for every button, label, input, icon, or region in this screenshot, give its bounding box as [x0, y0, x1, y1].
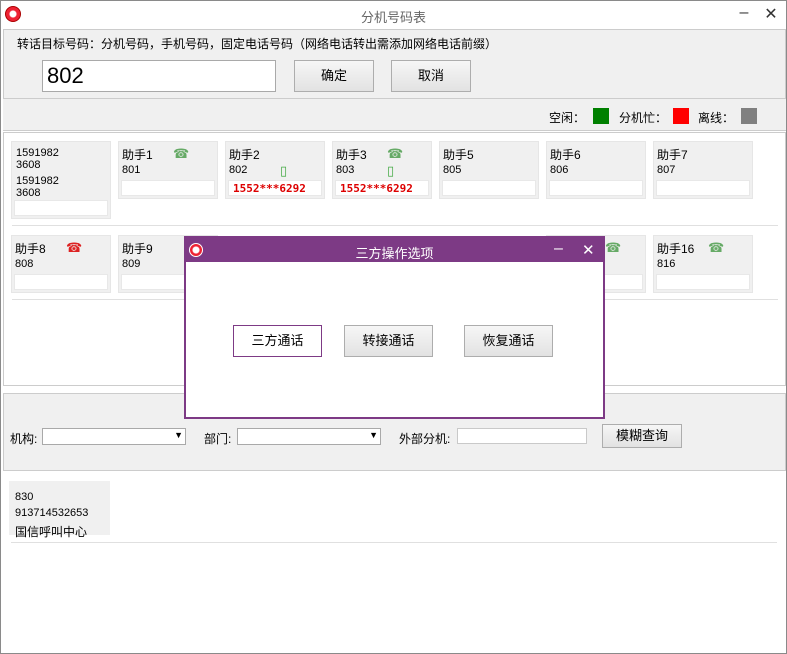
- org-select[interactable]: ▼: [42, 428, 186, 445]
- extension-card-external[interactable]: 1591982 3608 1591982 3608: [11, 141, 111, 219]
- status-legend: 空闲： 分机忙： 离线：: [3, 99, 786, 131]
- extension-card-801[interactable]: 助手1 ☎ 801: [118, 141, 218, 199]
- active-call-number: 1552***6292: [233, 182, 306, 195]
- result-phone: 913714532653: [15, 507, 89, 519]
- legend-busy-swatch: [673, 108, 689, 124]
- card-status-bar: [549, 180, 643, 196]
- dialog-minimize-button[interactable]: –: [554, 240, 563, 258]
- extension-card-806[interactable]: 助手6 806: [546, 141, 646, 199]
- legend-busy-label: 分机忙：: [619, 111, 668, 125]
- card-number: 809: [122, 258, 141, 270]
- card-line-1: 1591982: [16, 147, 59, 159]
- minimize-button[interactable]: –: [736, 4, 752, 24]
- card-name: 助手3: [336, 148, 367, 162]
- phone-idle-icon: ☎: [387, 146, 404, 161]
- card-name: 助手1: [122, 148, 153, 162]
- card-number: 803: [336, 164, 355, 176]
- legend-idle-swatch: [593, 108, 609, 124]
- card-line-3: 1591982: [16, 175, 59, 187]
- card-status-bar: [442, 180, 536, 196]
- result-number: 830: [15, 491, 34, 503]
- target-number-input[interactable]: 802: [42, 60, 276, 92]
- dept-select[interactable]: ▼: [237, 428, 381, 445]
- card-name: 助手7: [657, 148, 688, 162]
- card-number: 808: [15, 258, 34, 270]
- card-number: 801: [122, 164, 141, 176]
- card-name: 助手2: [229, 148, 260, 162]
- card-name: 助手6: [550, 148, 581, 162]
- row-divider: [11, 542, 777, 543]
- card-status-bar: [656, 274, 750, 290]
- phone-idle-icon: ☎: [708, 240, 725, 255]
- close-button[interactable]: ✕: [763, 4, 779, 24]
- extension-card-803[interactable]: 助手3 ☎ 803 ▯ 1552***6292: [332, 141, 432, 199]
- legend-offline-label: 离线：: [698, 111, 735, 125]
- three-way-call-button[interactable]: 三方通话: [233, 325, 322, 357]
- fuzzy-search-button[interactable]: 模糊查询: [602, 424, 682, 448]
- legend-idle-label: 空闲：: [549, 111, 586, 125]
- extension-card-816[interactable]: 助手16 ☎ 816: [653, 235, 753, 293]
- card-name: 助手9: [122, 242, 153, 256]
- phone-busy-icon: ☎: [66, 240, 83, 255]
- card-number: 802: [229, 164, 248, 176]
- three-way-dialog: 三方操作选项 – ✕ 三方通话 转接通话 恢复通话: [184, 236, 605, 419]
- card-status-bar: 1552***6292: [335, 180, 429, 196]
- dialog-close-button[interactable]: ✕: [582, 241, 595, 259]
- extension-card-802[interactable]: 助手2 802 ▯ 1552***6292: [225, 141, 325, 199]
- card-status-bar: [121, 180, 215, 196]
- transfer-panel: 转话目标号码：分机号码，手机号码，固定电话号码（网络电话转出需添加网络电话前缀）…: [3, 29, 786, 99]
- dialog-title-bar: 三方操作选项 – ✕: [186, 238, 603, 262]
- external-ext-label: 外部分机:: [399, 432, 451, 446]
- mobile-icon: ▯: [387, 163, 395, 178]
- title-bar: 分机号码表 – ✕: [1, 1, 786, 29]
- card-number: 816: [657, 258, 676, 270]
- card-status-bar: [14, 200, 108, 216]
- confirm-button[interactable]: 确定: [294, 60, 374, 92]
- card-status-bar: [656, 180, 750, 196]
- dept-label: 部门:: [204, 432, 232, 446]
- phone-idle-icon: ☎: [605, 240, 622, 255]
- search-results: 830 913714532653 国信呼叫中心: [3, 475, 786, 653]
- mobile-icon: ▯: [280, 163, 288, 178]
- phone-idle-icon: ☎: [173, 146, 190, 161]
- dialog-title: 三方操作选项: [355, 246, 434, 261]
- extension-card-808[interactable]: 助手8 ☎ 808: [11, 235, 111, 293]
- card-status-bar: 1552***6292: [228, 180, 322, 196]
- main-window: 分机号码表 – ✕ 转话目标号码：分机号码，手机号码，固定电话号码（网络电话转出…: [0, 0, 787, 654]
- card-number: 805: [443, 164, 462, 176]
- cancel-button[interactable]: 取消: [391, 60, 471, 92]
- resume-call-button[interactable]: 恢复通话: [464, 325, 553, 357]
- dropdown-arrow-icon: ▼: [369, 430, 378, 440]
- card-status-bar: [14, 274, 108, 290]
- card-name: 助手8: [15, 242, 46, 256]
- card-name: 助手5: [443, 148, 474, 162]
- extension-card-807[interactable]: 助手7 807: [653, 141, 753, 199]
- card-line-4: 3608: [16, 187, 41, 199]
- transfer-hint: 转话目标号码：分机号码，手机号码，固定电话号码（网络电话转出需添加网络电话前缀）: [17, 37, 498, 51]
- extension-card-805[interactable]: 助手5 805: [439, 141, 539, 199]
- row-divider: [12, 225, 778, 226]
- transfer-call-button[interactable]: 转接通话: [344, 325, 433, 357]
- window-title: 分机号码表: [360, 10, 426, 25]
- active-call-number: 1552***6292: [340, 182, 413, 195]
- card-number: 807: [657, 164, 676, 176]
- external-ext-input[interactable]: [457, 428, 587, 444]
- org-label: 机构:: [10, 432, 38, 446]
- result-card[interactable]: 830 913714532653 国信呼叫中心: [9, 481, 110, 539]
- legend-offline-swatch: [741, 108, 757, 124]
- card-name: 助手16: [657, 242, 695, 256]
- card-line-2: 3608: [16, 159, 41, 171]
- card-number: 806: [550, 164, 569, 176]
- result-name: 国信呼叫中心: [15, 525, 88, 539]
- dropdown-arrow-icon: ▼: [174, 430, 183, 440]
